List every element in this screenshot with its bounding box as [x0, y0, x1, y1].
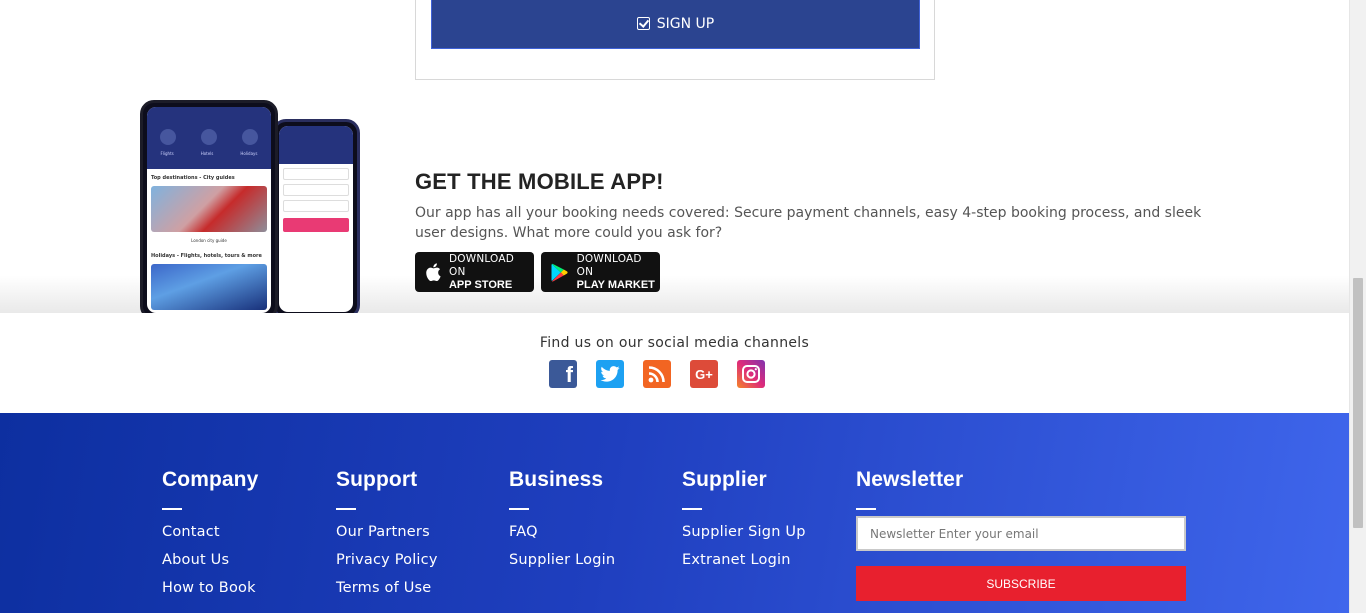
play-market-line1: DOWNLOAD ON	[576, 252, 642, 278]
subscribe-button[interactable]: SUBSCRIBE	[856, 566, 1186, 601]
app-store-line1: DOWNLOAD ON	[448, 252, 514, 278]
footer-link-how-to-book[interactable]: How to Book	[162, 580, 258, 596]
social-icons: f G+	[549, 360, 765, 388]
signup-card: SIGN UP	[415, 0, 935, 80]
footer-column-supplier: Supplier Supplier Sign Up Extranet Login	[682, 468, 806, 580]
app-section-description: Our app has all your booking needs cover…	[415, 205, 1202, 241]
footer-column-company: Company Contact About Us How to Book	[162, 468, 258, 608]
app-section-title: GET THE MOBILE APP!	[415, 169, 664, 194]
check-square-icon	[636, 17, 650, 30]
footer-column-business: Business FAQ Supplier Login	[509, 468, 615, 580]
footer-link-about-us[interactable]: About Us	[162, 552, 258, 568]
social-section: Find us on our social media channels f G…	[0, 313, 1349, 413]
divider	[509, 508, 529, 510]
apple-icon	[426, 263, 441, 281]
sign-up-label: SIGN UP	[656, 15, 715, 32]
footer-link-privacy-policy[interactable]: Privacy Policy	[336, 552, 438, 568]
scrollbar-thumb[interactable]	[1353, 278, 1363, 528]
footer-heading-support: Support	[336, 468, 418, 491]
footer-link-extranet-login[interactable]: Extranet Login	[682, 552, 806, 568]
facebook-icon[interactable]: f	[549, 360, 577, 388]
divider	[682, 508, 702, 510]
footer-heading-supplier: Supplier	[682, 468, 767, 491]
footer-link-faq[interactable]: FAQ	[509, 524, 615, 540]
instagram-icon[interactable]	[737, 360, 765, 388]
divider	[856, 508, 876, 510]
mobile-app-section: Flights Hotels Holidays Top destinations…	[0, 80, 1349, 320]
footer-link-terms-of-use[interactable]: Terms of Use	[336, 580, 438, 596]
newsletter-email-input[interactable]	[856, 516, 1186, 551]
phone-mockup-back	[272, 119, 360, 319]
footer-link-our-partners[interactable]: Our Partners	[336, 524, 438, 540]
play-market-line2: PLAY MARKET	[576, 278, 655, 291]
sign-up-button[interactable]: SIGN UP	[431, 0, 920, 49]
app-store-line2: APP STORE	[448, 278, 513, 291]
divider	[336, 508, 356, 510]
app-store-button[interactable]: DOWNLOAD ON APP STORE	[415, 252, 534, 292]
footer-column-support: Support Our Partners Privacy Policy Term…	[336, 468, 438, 608]
footer-link-supplier-login[interactable]: Supplier Login	[509, 552, 615, 568]
footer-link-supplier-sign-up[interactable]: Supplier Sign Up	[682, 524, 806, 540]
rss-icon[interactable]	[643, 360, 671, 388]
footer-heading-business: Business	[509, 468, 604, 491]
page-scrollbar[interactable]	[1349, 0, 1366, 613]
footer-link-contact[interactable]: Contact	[162, 524, 258, 540]
social-title: Find us on our social media channels	[539, 335, 810, 351]
divider	[162, 508, 182, 510]
site-footer: Company Contact About Us How to Book Sup…	[0, 413, 1349, 613]
google-plus-icon[interactable]: G+	[690, 360, 718, 388]
play-market-button[interactable]: DOWNLOAD ON PLAY MARKET	[541, 252, 660, 292]
footer-heading-newsletter: Newsletter	[856, 468, 964, 491]
twitter-icon[interactable]	[596, 360, 624, 388]
footer-heading-company: Company	[162, 468, 259, 491]
google-play-icon	[551, 263, 568, 282]
phone-mockup-front: Flights Hotels Holidays Top destinations…	[140, 100, 278, 320]
